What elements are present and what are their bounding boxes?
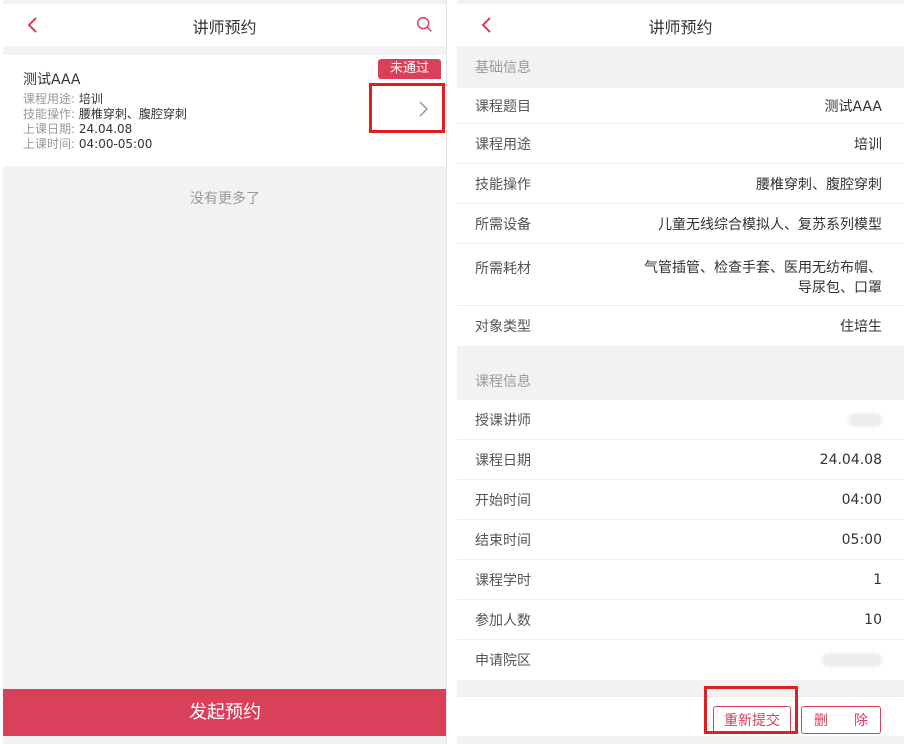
card-row-label: 技能操作: [23,107,76,121]
page-title: 讲师预约 [192,18,257,37]
basic-info-list: 课程题目 测试AAA 课程用途 培训 技能操作 腰椎穿刺、腹腔穿刺 所需设备 儿童无线综… [457,88,904,346]
card-row-time: 上课时间: 04:00-05:00 [23,137,152,151]
card-row-purpose: 课程用途: 培训 [23,92,103,106]
card-row-skill: 技能操作: 腰椎穿刺、腹腔穿刺 [23,107,187,121]
info-row-consumables: 所需耗材 气管插管、检查手套、医用无纺布帽、导尿包、口罩 [457,244,904,306]
info-label: 课程学时 [475,572,531,589]
info-row-date: 课程日期 24.04.08 [457,440,904,480]
info-value [575,412,882,428]
info-label: 课程用途 [475,136,531,153]
info-row-start: 开始时间 04:00 [457,480,904,520]
info-value: 05:00 [841,531,882,548]
info-row-target: 对象类型 住培生 [457,306,904,346]
status-badge: 未通过 [377,59,441,79]
info-row-purpose: 课程用途 培训 [457,124,904,164]
card-row-value: 04:00-05:00 [78,137,153,151]
info-value: 10 [864,611,882,628]
info-value [575,652,882,668]
delete-button[interactable]: 删除 [801,706,881,734]
info-value-line: 气管插管、检查手套、医用无纺布帽、 [644,260,882,276]
info-value: 测试AAA [824,98,882,115]
no-more-text: 没有更多了 [190,191,260,207]
card-row-value: 培训 [78,92,103,106]
info-value-line: 导尿包、口罩 [798,280,882,296]
info-label: 课程日期 [475,452,531,469]
info-label: 结束时间 [475,532,531,549]
card-row-label: 课程用途: [23,92,76,106]
info-value: 儿童无线综合模拟人、复苏系列模型 [658,216,882,233]
info-value: 培训 [854,136,882,153]
card-row-value: 腰椎穿刺、腹腔穿刺 [78,107,187,121]
info-value: 住培生 [840,319,882,335]
info-label: 所需设备 [475,216,531,233]
info-label: 对象类型 [475,319,531,335]
info-label: 申请院区 [475,653,531,669]
action-bar: 重新提交 删除 [457,696,904,736]
delete-label-part: 除 [854,713,868,729]
page-title: 讲师预约 [648,18,713,37]
redacted-value [848,412,882,427]
card-row-date: 上课日期: 24.04.08 [23,122,132,136]
list-header: 讲师预约 [3,4,446,46]
detail-header: 讲师预约 [457,4,904,46]
info-row-hours: 课程学时 1 [457,560,904,600]
highlight-box [369,83,445,133]
booking-list-screen: 讲师预约 未通过 测试AAA 课程用途: 培训 技能操作: 腰椎穿刺、腹腔穿刺 … [3,0,447,744]
info-row-end: 结束时间 05:00 [457,520,904,560]
card-row-value: 24.04.08 [78,122,133,136]
card-row-label: 上课日期: [23,122,76,136]
info-value: 04:00 [841,491,882,508]
highlight-box [704,686,798,734]
course-info-list: 授课讲师 课程日期 24.04.08 开始时间 04:00 结束时间 05:00 课程… [457,400,904,680]
section-title-basic: 基础信息 [457,48,904,88]
section-title-course: 课程信息 [457,362,904,402]
info-row-lecturer: 授课讲师 [457,400,904,440]
card-row-label: 上课时间: [23,137,76,151]
card-title: 测试AAA [23,72,81,88]
delete-label-part: 删 [814,713,828,729]
info-row-title: 课程题目 测试AAA [457,88,904,124]
redacted-value [822,653,882,667]
booking-detail-screen: 讲师预约 基础信息 课程题目 测试AAA 课程用途 培训 技能操作 腰椎穿刺、腹腔穿刺… [457,0,904,744]
info-label: 课程题目 [475,98,531,115]
info-label: 开始时间 [475,492,531,509]
info-value: 腰椎穿刺、腹腔穿刺 [756,176,882,193]
info-value: 1 [873,571,882,588]
info-value: 24.04.08 [819,451,882,468]
info-label: 技能操作 [475,176,531,193]
info-label: 参加人数 [475,612,531,629]
info-row-participants: 参加人数 10 [457,600,904,640]
search-icon[interactable] [414,14,436,36]
info-value: 气管插管、检查手套、医用无纺布帽、导尿包、口罩 [575,258,882,298]
info-label: 所需耗材 [475,261,531,277]
info-row-equipment: 所需设备 儿童无线综合模拟人、复苏系列模型 [457,204,904,244]
info-row-campus: 申请院区 [457,640,904,680]
create-booking-button[interactable]: 发起预约 [3,689,446,736]
info-row-skill: 技能操作 腰椎穿刺、腹腔穿刺 [457,164,904,204]
info-label: 授课讲师 [475,412,531,429]
